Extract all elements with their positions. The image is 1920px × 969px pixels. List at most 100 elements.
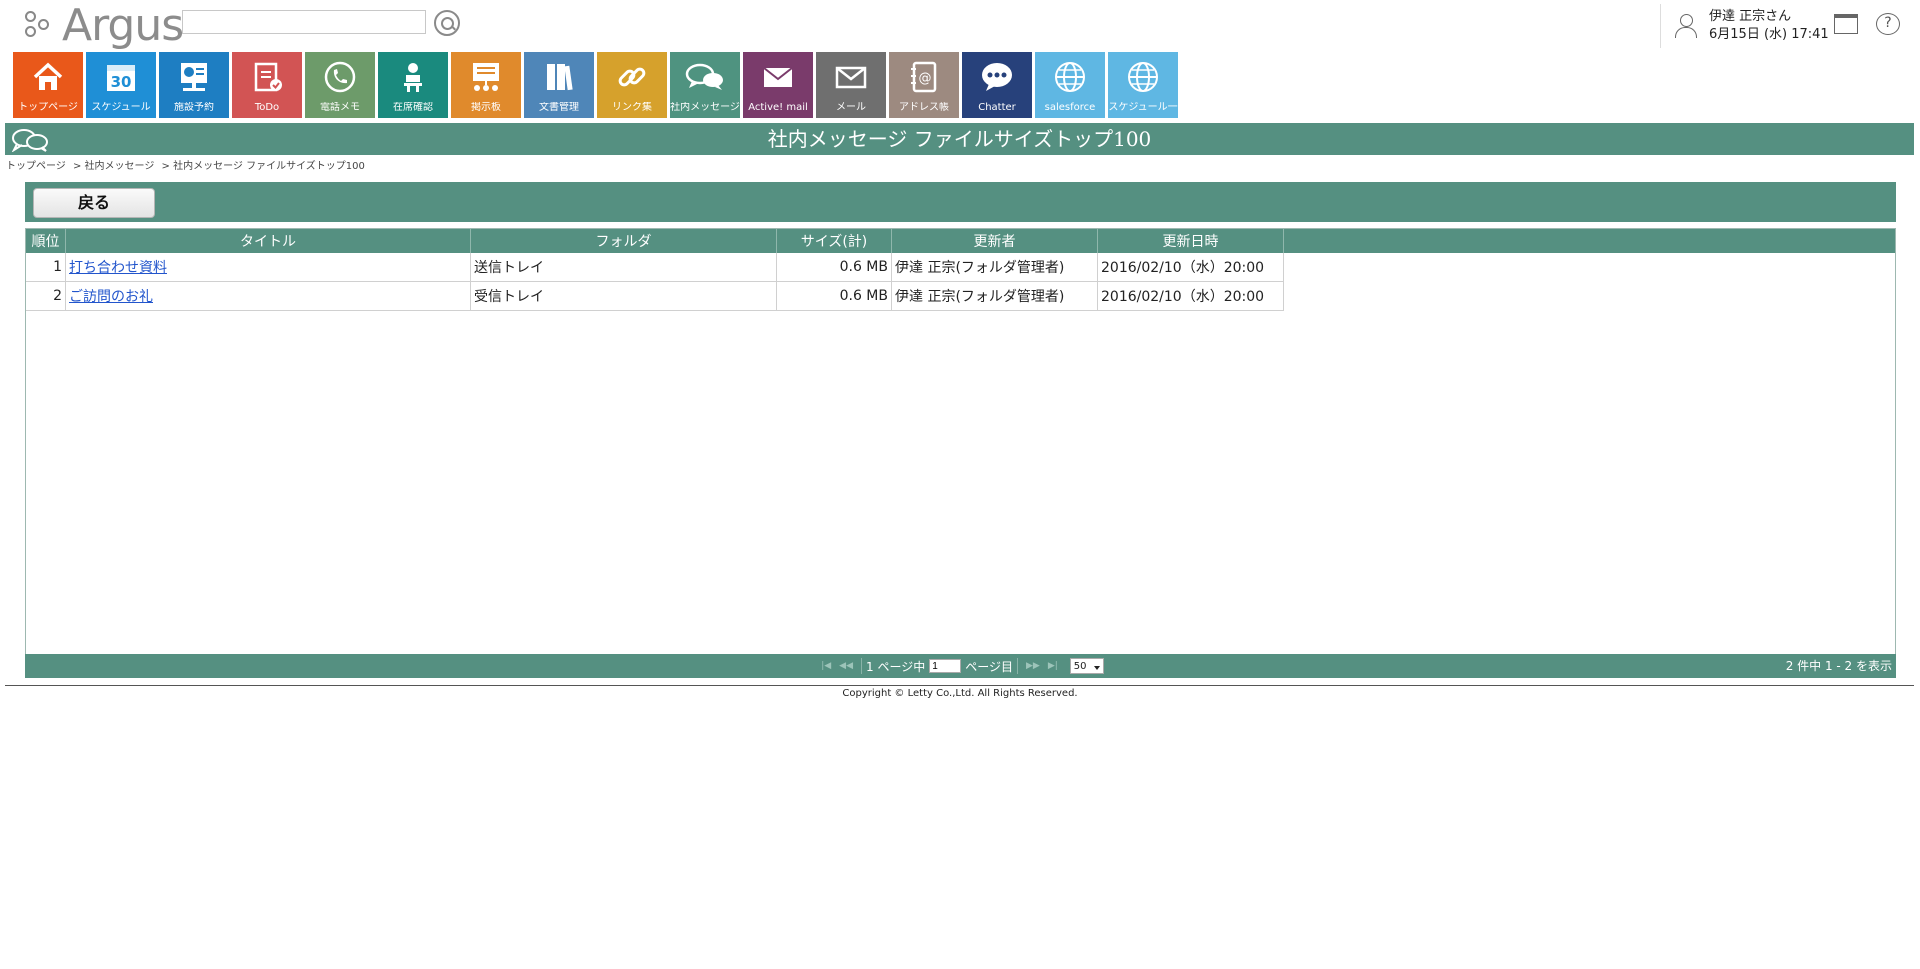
nav-tile-todo[interactable]: ToDo — [232, 52, 302, 118]
nav-tile-label: ToDo — [254, 102, 280, 113]
table-row: 1 打ち合わせ資料 送信トレイ 0.6 MB 伊達 正宗(フォルダ管理者) 20… — [26, 253, 1284, 282]
nav-tile-presence[interactable]: 在席確認 — [378, 52, 448, 118]
first-page-icon[interactable]: |◀ — [821, 661, 831, 671]
phone-icon — [320, 57, 360, 97]
nav-tile-chatter[interactable]: Chatter — [962, 52, 1032, 118]
cell-folder: 送信トレイ — [470, 253, 777, 282]
message-title-link[interactable]: ご訪問のお礼 — [69, 289, 153, 305]
cell-updater: 伊達 正宗(フォルダ管理者) — [891, 281, 1098, 311]
page-title: 社内メッセージ ファイルサイズトップ100 — [767, 127, 1152, 151]
cell-updated: 2016/02/10（水）20:00 — [1097, 253, 1284, 282]
nav-tile-active-mail[interactable]: Active! mail — [743, 52, 813, 118]
nav-tile-label: メール — [836, 102, 866, 113]
message-icon — [685, 57, 725, 97]
link-icon — [612, 57, 652, 97]
breadcrumb-item-message[interactable]: > 社内メッセージ — [73, 161, 154, 172]
per-page-select[interactable]: 50 — [1069, 658, 1104, 674]
nav-tile-message[interactable]: 社内メッセージ — [670, 52, 740, 118]
breadcrumb-item-top[interactable]: トップページ — [6, 161, 66, 172]
user-icon — [1673, 12, 1699, 40]
board-icon — [466, 57, 506, 97]
nav-tile-calendar[interactable]: 30 スケジュール — [86, 52, 156, 118]
nav-tile-label: Chatter — [978, 102, 1016, 113]
nav-tile-label: アドレス帳 — [899, 102, 949, 113]
cell-size: 0.6 MB — [776, 281, 892, 311]
globe-icon — [1050, 57, 1090, 97]
cell-title: ご訪問のお礼 — [65, 281, 471, 311]
col-folder[interactable]: フォルダ — [470, 229, 777, 253]
col-updater[interactable]: 更新者 — [891, 229, 1098, 253]
nav-tile-label: Active! mail — [748, 102, 808, 113]
nav-tile-document[interactable]: 文書管理 — [524, 52, 594, 118]
prev-page-icon[interactable]: ◀◀ — [839, 661, 853, 671]
calendar-icon: 30 — [101, 57, 141, 97]
cell-updated: 2016/02/10（水）20:00 — [1097, 281, 1284, 311]
col-title[interactable]: タイトル — [65, 229, 471, 253]
cell-folder: 受信トレイ — [470, 281, 777, 311]
nav-tile-globe[interactable]: salesforce — [1035, 52, 1105, 118]
cell-updater: 伊達 正宗(フォルダ管理者) — [891, 253, 1098, 282]
nav-tile-label: 在席確認 — [393, 102, 433, 113]
home-icon — [28, 57, 68, 97]
help-icon[interactable]: ? — [1876, 13, 1900, 35]
search-input[interactable] — [182, 10, 426, 34]
nav-tile-label: 施設予約 — [174, 102, 214, 113]
message-title-link[interactable]: 打ち合わせ資料 — [69, 260, 167, 276]
facility-icon — [174, 57, 214, 97]
nav-tile-link[interactable]: リンク集 — [597, 52, 667, 118]
mail-icon — [831, 57, 871, 97]
breadcrumb-item-current: > 社内メッセージ ファイルサイズトップ100 — [161, 161, 365, 172]
user-info[interactable]: 伊達 正宗さん 6月15日 (水) 17:41 — [1660, 4, 1829, 48]
app-nav: トップページ 30 スケジュール 施設予約 ToDo 電話メモ 在席確認 掲示板 文書管理 リンク… — [13, 52, 1181, 118]
divider — [861, 658, 862, 674]
cell-rank: 1 — [26, 253, 66, 282]
next-page-icon[interactable]: ▶▶ — [1026, 661, 1040, 671]
page-title-bar: 社内メッセージ ファイルサイズトップ100 — [5, 123, 1914, 155]
nav-tile-globe[interactable]: スケジュール一 — [1108, 52, 1178, 118]
logo-mark-icon — [24, 9, 58, 43]
nav-tile-label: リンク集 — [612, 102, 652, 113]
nav-tile-phone[interactable]: 電話メモ — [305, 52, 375, 118]
copyright: Copyright © Letty Co.,Ltd. All Rights Re… — [842, 688, 1078, 699]
file-size-table: 順位 タイトル フォルダ サイズ(計) 更新者 更新日時 1 打ち合わせ資料 送… — [26, 229, 1284, 311]
nav-tile-label: トップページ — [18, 102, 78, 113]
nav-tile-label: 文書管理 — [539, 102, 579, 113]
presence-icon — [393, 57, 433, 97]
nav-tile-label: 社内メッセージ — [670, 102, 740, 113]
cell-rank: 2 — [26, 281, 66, 311]
last-page-icon[interactable]: ▶| — [1048, 661, 1058, 671]
nav-tile-label: スケジュール — [91, 102, 151, 113]
page-suffix: ページ目 — [965, 659, 1013, 674]
chatter-icon — [977, 57, 1017, 97]
document-icon — [539, 57, 579, 97]
nav-tile-label: salesforce — [1044, 102, 1096, 113]
footer-divider — [5, 685, 1914, 686]
search-icon[interactable] — [434, 10, 460, 36]
globe-icon — [1123, 57, 1163, 97]
address-book-icon: @ — [904, 57, 944, 97]
app-logo[interactable]: Argus — [24, 0, 184, 51]
breadcrumb: トップページ > 社内メッセージ > 社内メッセージ ファイルサイズトップ100 — [6, 157, 369, 172]
cell-size: 0.6 MB — [776, 253, 892, 282]
back-button[interactable]: 戻る — [33, 188, 155, 218]
active-mail-icon — [758, 57, 798, 97]
current-datetime: 6月15日 (水) 17:41 — [1709, 27, 1829, 42]
nav-tile-mail[interactable]: メール — [816, 52, 886, 118]
user-name: 伊達 正宗さん — [1709, 9, 1792, 24]
nav-tile-home[interactable]: トップページ — [13, 52, 83, 118]
window-icon[interactable] — [1834, 14, 1858, 34]
nav-tile-board[interactable]: 掲示板 — [451, 52, 521, 118]
cell-title: 打ち合わせ資料 — [65, 253, 471, 282]
todo-icon — [247, 57, 287, 97]
col-size[interactable]: サイズ(計) — [776, 229, 892, 253]
col-updated[interactable]: 更新日時 — [1097, 229, 1284, 253]
nav-tile-address-book[interactable]: @ アドレス帳 — [889, 52, 959, 118]
page-number-input[interactable] — [929, 659, 962, 673]
nav-tile-label: 電話メモ — [320, 102, 360, 113]
record-count: 2 件中 1 - 2 を表示 — [1785, 659, 1892, 673]
pager: |◀ ◀◀ 1 ページ中 ページ目 ▶▶ ▶| 50 2 件中 1 - 2 を表… — [25, 654, 1896, 678]
nav-tile-label: スケジュール一 — [1108, 102, 1178, 113]
nav-tile-facility[interactable]: 施設予約 — [159, 52, 229, 118]
col-rank[interactable]: 順位 — [26, 229, 66, 253]
logo-text: Argus — [62, 0, 184, 51]
